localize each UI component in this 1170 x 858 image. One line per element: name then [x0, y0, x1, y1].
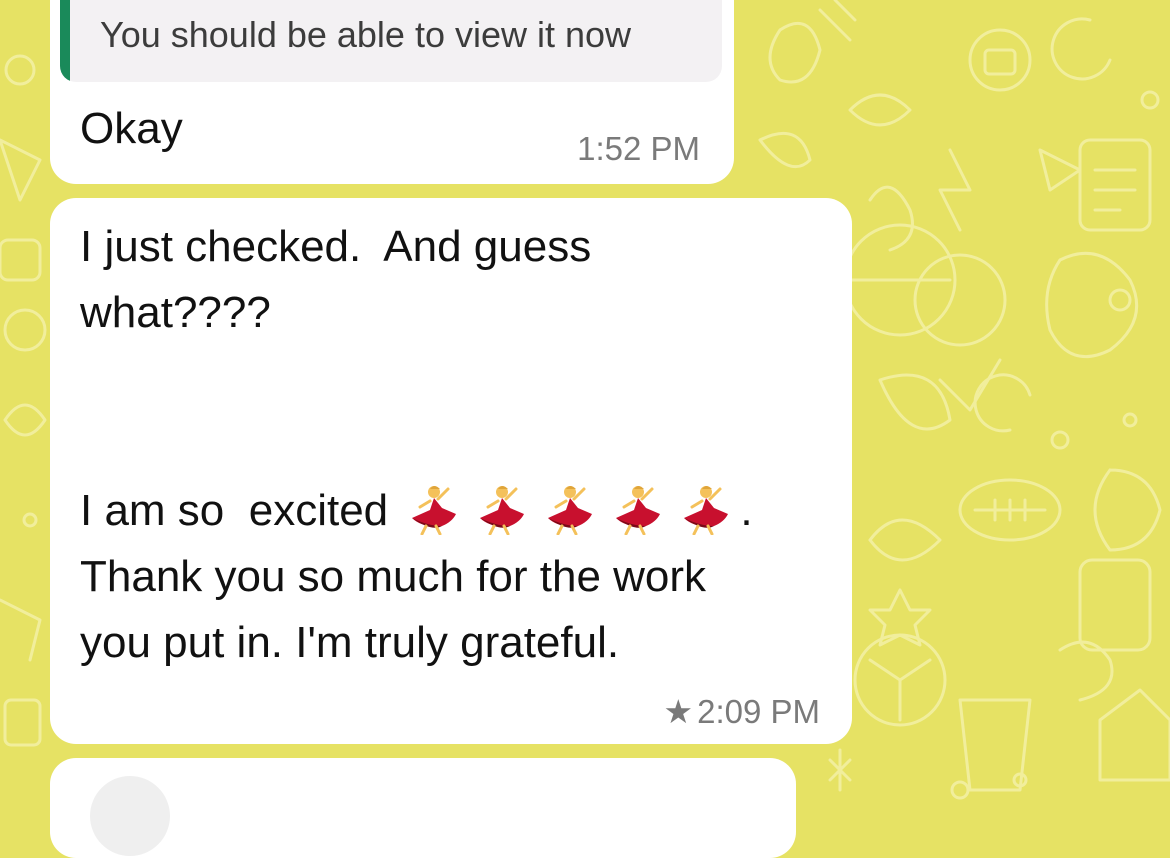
message-text-segment: I am so excited	[80, 486, 389, 535]
message-text: Okay	[80, 104, 183, 153]
message-timestamp-row: ★ 2:09 PM	[664, 692, 821, 731]
quoted-message-text: You should be able to view it now	[100, 14, 632, 55]
quote-accent-bar	[60, 0, 70, 82]
message-text-line: you put in. I'm truly grateful.	[80, 618, 620, 667]
message-text-line: I just checked. And guess	[80, 222, 592, 271]
message-text-line-with-emoji: I am so excited .	[80, 478, 753, 544]
woman-dancing-emoji	[684, 486, 729, 535]
message-text-line: what????	[80, 288, 271, 337]
woman-dancing-emoji	[412, 486, 457, 535]
woman-dancing-emoji	[548, 486, 593, 535]
star-icon: ★	[663, 693, 694, 730]
message-bubble-incoming-starred[interactable]: I just checked. And guess what???? I am …	[50, 198, 852, 744]
message-text-line: Thank you so much for the work	[80, 552, 707, 601]
message-bubble-incoming-partial[interactable]	[50, 758, 796, 858]
woman-dancing-emoji	[480, 486, 525, 535]
message-bubble-incoming[interactable]: You should be able to view it now Okay 1…	[50, 0, 734, 184]
quoted-message[interactable]: You should be able to view it now	[60, 0, 722, 82]
woman-dancing-emoji	[616, 486, 661, 535]
media-thumbnail-placeholder	[90, 776, 170, 856]
message-timestamp: 1:52 PM	[577, 130, 700, 167]
emoji-row	[400, 486, 740, 535]
message-text-punctuation: .	[740, 486, 753, 535]
message-timestamp: 2:09 PM	[697, 693, 820, 730]
